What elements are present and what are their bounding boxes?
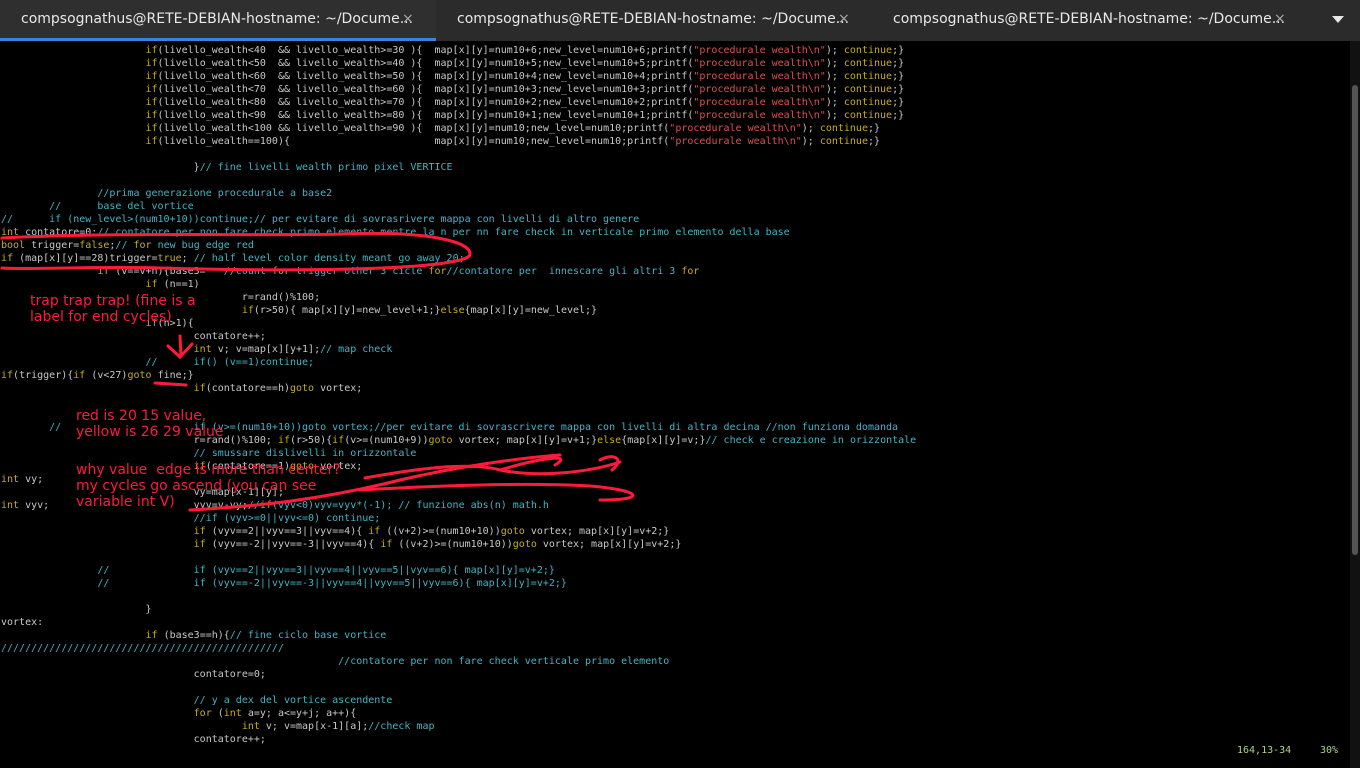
tab-terminal-3[interactable]: compsognathus@RETE-DEBIAN-hostname: ~/Do… [872,0,1308,41]
tab-label: compsognathus@RETE-DEBIAN-hostname: ~/Do… [457,11,849,27]
tab-bar: compsognathus@RETE-DEBIAN-hostname: ~/Do… [0,0,1360,42]
code-line: //if (vyv>=0||vyv<=0) continue; [1,513,381,524]
tab-label: compsognathus@RETE-DEBIAN-hostname: ~/Do… [21,11,413,27]
code-line: contatore++; [1,331,266,342]
close-icon[interactable]: × [838,11,850,27]
code-line: contatore++; [1,734,266,745]
tab-terminal-1[interactable]: compsognathus@RETE-DEBIAN-hostname: ~/Do… [0,0,436,41]
code-line: // y a dex del vortice ascendente [1,695,393,706]
code-line: if(livello_wealth<70 && livello_wealth>=… [145,84,905,95]
code-line: vortex: [1,617,44,628]
code-line: // if() (v==1)continue; [1,357,315,368]
code-line: if(livello_wealth<80 && livello_wealth>=… [145,97,905,108]
code-line: if(livello_wealth<90 && livello_wealth>=… [145,110,905,121]
code-line: if (v==v+n){base3= //count for trigger o… [97,266,700,277]
code-line: // smussare dislivelli in orizzontale [1,448,417,459]
cursor-position: 164,13-34 [1237,745,1292,756]
code-line: // base del vortice [1,201,194,212]
annotation-color-note: red is 20 15 value, yellow is 26 29 valu… [76,408,224,440]
code-line: ////////////////////////////////////////… [1,643,284,654]
code-line: if (vyv==-2||vyv==-3||vyv==4){ if ((v+2)… [193,539,682,550]
code-line: // if (vyv==2||vyv==3||vyv==4||vyv==5||v… [1,565,555,576]
code-line: for (int a=y; a<=y+j; a++){ [193,708,357,719]
code-line: // if (new_level>(num10+10))continue;// … [1,214,640,225]
close-icon[interactable]: × [1274,11,1286,27]
annotation-trap-note: trap trap trap! (fine is a label for end… [30,293,196,325]
close-icon[interactable]: × [402,11,414,27]
tabs-menu-chevron-down-icon[interactable] [1327,10,1351,30]
code-line: if(livello_wealth<100 && livello_wealth>… [145,123,881,134]
scrollbar-thumb[interactable] [1352,85,1358,555]
scroll-percent: 30% [1320,745,1339,756]
scrollbar[interactable] [1350,41,1360,768]
code-line: if(contatore==h)goto vortex; [193,383,363,394]
code-line: int vy; [1,474,44,485]
code-line: int contatore=0;// contatore per non far… [1,227,790,238]
code-line: // if (vyv==-2||vyv==-3||vyv==4||vyv==5|… [1,578,567,589]
terminal-view[interactable]: if(livello_wealth<40 && livello_wealth>=… [0,41,1350,768]
code-line: if(livello_wealth==100){ map[x][y]=num10… [145,136,881,147]
code-line: //contatore per non fare check verticale… [1,656,670,667]
code-line: bool trigger=false;// for new bug edge r… [1,240,254,251]
tab-terminal-2[interactable]: compsognathus@RETE-DEBIAN-hostname: ~/Do… [436,0,872,41]
code-line: //prima generazione procedurale a base2 [1,188,333,199]
code-line: int v; v=map[x-1][a];//check map [241,721,435,732]
code-line: int v; v=map[x][y+1];// map check [193,344,393,355]
code-line: if(livello_wealth<50 && livello_wealth>=… [145,58,905,69]
code-line: if (vyv==2||vyv==3||vyv==4){ if ((v+2)>=… [193,526,670,537]
code-line: if (n==1) [145,279,200,290]
code-line: contatore=0; [1,669,266,680]
code-line: }// fine livelli wealth primo pixel VERT… [1,162,453,173]
code-line: } [1,604,152,615]
code-line: if(trigger){if (v<27)goto fine;} [1,370,194,381]
code-line: if (map[x][y]==28)trigger=true; // half … [1,253,465,264]
annotation-question-note: why value edge is more than center? my c… [76,462,341,510]
code-line: if(livello_wealth<40 && livello_wealth>=… [145,45,905,56]
code-line: if(livello_wealth<60 && livello_wealth>=… [145,71,905,82]
tab-label: compsognathus@RETE-DEBIAN-hostname: ~/Do… [893,11,1285,27]
code-line: if (base3==h){// fine ciclo base vortice [145,630,387,641]
